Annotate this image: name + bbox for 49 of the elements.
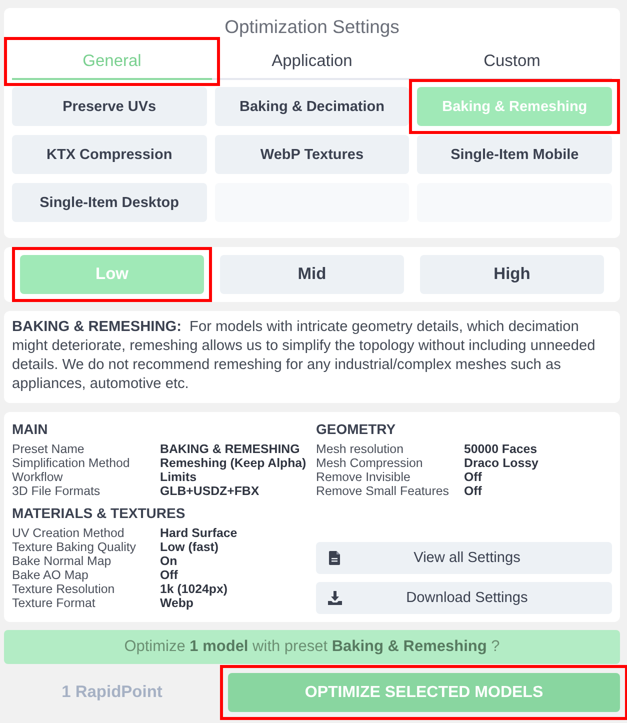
setting-value: BAKING & REMESHING <box>160 442 301 456</box>
settings-button[interactable]: View all Settings <box>316 542 612 574</box>
preset-button[interactable]: Preserve UVs <box>12 87 207 126</box>
preset-description: BAKING & REMESHING: For models with intricate geometry details, which decimation might deteriorate, remeshing allows us to simplify the topology without including unneeded details. We do not recommend remeshing for any industrial/complex meshes such as appliances, automotive etc. <box>12 318 596 394</box>
setting-label: Texture Baking Quality <box>12 540 137 554</box>
tab[interactable]: Custom <box>412 45 612 80</box>
setting-value: GLB+USDZ+FBX <box>160 484 260 498</box>
settings-button[interactable]: Download Settings <box>316 582 612 614</box>
setting-label: Preset Name <box>12 442 86 456</box>
preset-button[interactable]: Single-Item Mobile <box>417 135 612 174</box>
preset-button[interactable]: KTX Compression <box>12 135 207 174</box>
setting-value: Low (fast) <box>160 540 220 554</box>
setting-value: Remeshing (Keep Alpha) <box>160 456 308 470</box>
preset-button[interactable]: WebP Textures <box>214 135 410 174</box>
section-heading: GEOMETRY <box>316 420 397 438</box>
panel-title: Optimization Settings <box>224 15 400 39</box>
setting-value: On <box>160 554 178 568</box>
preset-button[interactable]: Single-Item Desktop <box>12 183 207 222</box>
tab[interactable]: Application <box>212 45 412 80</box>
setting-label: Texture Format <box>12 596 96 610</box>
points-cost: 1 RapidPoint <box>62 683 162 702</box>
quality-button[interactable]: High <box>420 255 604 294</box>
setting-value: Limits <box>160 470 198 484</box>
setting-label: Simplification Method <box>12 456 131 470</box>
setting-label: Texture Resolution <box>12 582 116 596</box>
setting-label: Workflow <box>12 470 64 484</box>
setting-value: 1k (1024px) <box>160 582 229 596</box>
setting-label: Remove Small Features <box>316 484 450 498</box>
confirmation-text: Optimize 1 model with preset Baking & Remeshing ? <box>124 638 500 656</box>
setting-label: Mesh resolution <box>316 442 404 456</box>
setting-value: Hard Surface <box>160 526 238 540</box>
section-heading: MATERIALS & TEXTURES <box>12 504 186 522</box>
setting-label: Bake Normal Map <box>12 554 112 568</box>
setting-label: Mesh Compression <box>316 456 424 470</box>
quality-button[interactable]: Mid <box>220 255 404 294</box>
download-icon <box>328 591 342 605</box>
setting-label: Remove Invisible <box>316 470 412 484</box>
setting-value: Off <box>464 484 483 498</box>
setting-label: Bake AO Map <box>12 568 90 582</box>
preset-button[interactable]: Baking & Decimation <box>214 87 410 126</box>
setting-value: 50000 Faces <box>464 442 538 456</box>
document-icon <box>328 551 342 565</box>
section-heading: MAIN <box>12 420 49 438</box>
setting-value: Off <box>160 568 179 582</box>
setting-label: UV Creation Method <box>12 526 126 540</box>
setting-label: 3D File Formats <box>12 484 102 498</box>
setting-value: Off <box>464 470 483 484</box>
setting-value: Webp <box>160 596 194 610</box>
setting-value: Draco Lossy <box>464 456 540 470</box>
